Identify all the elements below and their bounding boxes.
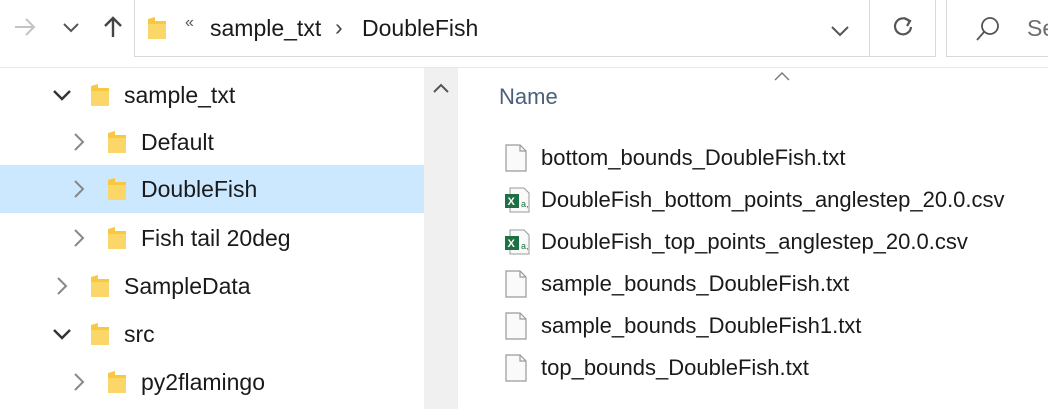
forward-button[interactable]	[10, 14, 40, 44]
refresh-icon	[892, 15, 914, 42]
tree-item-label: py2flamingo	[141, 369, 266, 395]
chevron-right-icon[interactable]	[50, 274, 74, 298]
tree-item-default[interactable]: Default	[0, 118, 424, 166]
address-bar[interactable]: « sample_txt › DoubleFish	[134, 0, 870, 57]
breadcrumb-separator[interactable]: ›	[335, 14, 343, 41]
arrow-up-icon	[104, 15, 122, 43]
tree-item-sample-txt[interactable]: sample_txt	[0, 71, 424, 119]
text-file-icon	[504, 144, 528, 172]
search-icon	[975, 16, 1001, 47]
folder-icon	[90, 322, 112, 346]
tree-item-label: SampleData	[124, 273, 251, 299]
address-dropdown-chevron-icon[interactable]	[831, 24, 849, 42]
file-name: bottom_bounds_DoubleFish.txt	[541, 145, 846, 170]
folder-icon	[107, 177, 129, 201]
svg-text:a,: a,	[521, 241, 529, 251]
chevron-right-icon[interactable]	[67, 226, 91, 250]
chevron-down-icon[interactable]	[50, 83, 74, 107]
svg-text:X: X	[508, 196, 516, 208]
file-row[interactable]: a, X DoubleFish_bottom_points_anglestep_2…	[458, 178, 1048, 220]
folder-icon	[90, 83, 112, 107]
chevron-down-icon	[63, 20, 79, 38]
tree-item-doublefish[interactable]: DoubleFish	[0, 165, 424, 213]
tree-item-label: src	[124, 321, 155, 347]
chevron-right-icon[interactable]	[67, 130, 91, 154]
navigation-pane: sample_txt Default DoubleFish Fish tail …	[0, 68, 424, 409]
sort-ascending-icon	[774, 68, 790, 86]
tree-item-label: Default	[141, 129, 214, 155]
file-row[interactable]: bottom_bounds_DoubleFish.txt	[458, 136, 1048, 178]
file-name: sample_bounds_DoubleFish.txt	[541, 271, 850, 296]
svg-text:X: X	[508, 238, 516, 250]
chevron-down-icon[interactable]	[50, 322, 74, 346]
tree-item-label: Fish tail 20deg	[141, 225, 291, 251]
tree-item-fish-tail-20deg[interactable]: Fish tail 20deg	[0, 214, 424, 262]
overflow-crumb[interactable]: «	[185, 14, 194, 32]
file-name: top_bounds_DoubleFish.txt	[541, 355, 809, 380]
file-row[interactable]: top_bounds_DoubleFish.txt	[458, 346, 1048, 388]
text-file-icon	[504, 312, 528, 340]
text-file-icon	[504, 270, 528, 298]
file-row[interactable]: sample_bounds_DoubleFish1.txt	[458, 304, 1048, 346]
chevron-right-icon[interactable]	[67, 370, 91, 394]
excel-csv-icon: a, X	[504, 186, 530, 214]
tree-item-py2flamingo[interactable]: py2flamingo	[0, 358, 424, 406]
file-name: DoubleFish_top_points_anglestep_20.0.csv	[541, 229, 968, 254]
text-file-icon	[504, 354, 528, 382]
breadcrumb-doublefish[interactable]: DoubleFish	[362, 15, 478, 42]
excel-csv-icon: a, X	[504, 228, 530, 256]
folder-icon	[107, 130, 129, 154]
address-toolbar: « sample_txt › DoubleFish Se	[0, 0, 1048, 60]
up-button[interactable]	[98, 14, 128, 44]
chevron-right-icon[interactable]	[67, 177, 91, 201]
file-name: DoubleFish_bottom_points_anglestep_20.0.…	[541, 187, 1005, 212]
tree-item-sampledata[interactable]: SampleData	[0, 262, 424, 310]
file-list-pane: Name bottom_bounds_DoubleFish.txt a, X Do…	[458, 68, 1048, 409]
file-name: sample_bounds_DoubleFish1.txt	[541, 313, 862, 338]
recent-locations-button[interactable]	[56, 14, 86, 44]
svg-text:a,: a,	[521, 199, 529, 209]
folder-icon	[147, 16, 167, 45]
column-header-name[interactable]: Name	[499, 84, 558, 110]
folder-icon	[107, 370, 129, 394]
navigation-scrollbar[interactable]	[424, 68, 458, 409]
file-row[interactable]: a, X DoubleFish_top_points_anglestep_20.0…	[458, 220, 1048, 262]
breadcrumb-sample-txt[interactable]: sample_txt	[210, 15, 321, 42]
refresh-button[interactable]	[870, 0, 936, 57]
folder-icon	[107, 226, 129, 250]
scroll-up-arrow-icon[interactable]	[433, 80, 449, 98]
search-placeholder: Se	[1027, 15, 1048, 41]
file-row[interactable]: sample_bounds_DoubleFish.txt	[458, 262, 1048, 304]
search-box[interactable]: Se	[946, 0, 1048, 57]
tree-item-label: DoubleFish	[141, 176, 258, 202]
tree-item-label: sample_txt	[124, 82, 236, 108]
folder-icon	[90, 274, 112, 298]
tree-item-src[interactable]: src	[0, 310, 424, 358]
arrow-right-icon	[14, 17, 36, 41]
